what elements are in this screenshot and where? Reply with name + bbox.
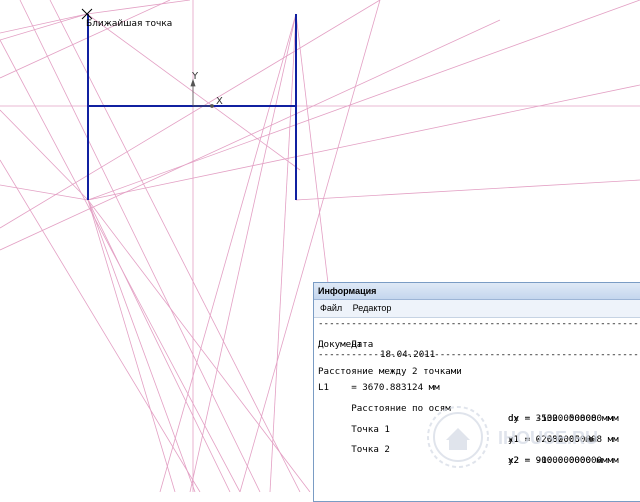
construction-line <box>0 159 201 492</box>
axis-x-label: X <box>216 96 223 107</box>
construction-line <box>295 179 640 201</box>
construction-line <box>87 199 176 492</box>
menu-bar: Файл Редактор <box>314 300 640 318</box>
report-heading: Расстояние между 2 точками <box>318 365 462 377</box>
construction-line <box>159 13 297 492</box>
axis-y-label: Y <box>192 71 199 82</box>
construction-line <box>87 199 311 492</box>
menu-file[interactable]: Файл <box>320 303 342 313</box>
construction-line <box>269 13 297 492</box>
construction-line <box>87 84 640 201</box>
house-emblem-icon <box>427 406 489 468</box>
construction-line <box>87 199 196 492</box>
construction-line <box>87 199 231 492</box>
window-title[interactable]: Информация <box>314 283 640 300</box>
construction-line <box>295 13 331 301</box>
snap-tooltip: Ближайшая точка <box>86 19 173 29</box>
l1-value: L1 = 3670.883124 мм <box>318 381 440 393</box>
menu-edit[interactable]: Редактор <box>353 303 392 313</box>
construction-line <box>189 13 297 492</box>
separator-line: ----------------------------------------… <box>318 350 640 361</box>
construction-line <box>0 19 501 251</box>
construction-line <box>19 0 261 492</box>
construction-line <box>0 13 88 34</box>
construction-line <box>86 0 191 15</box>
construction-line <box>0 184 89 201</box>
document-label: Документ <box>318 338 363 350</box>
construction-line <box>0 0 381 229</box>
drawn-geometry[interactable] <box>87 14 297 200</box>
construction-line <box>0 13 88 41</box>
watermark-text: IHOUSE.RU <box>498 428 598 448</box>
date-row: Дата 18.04.2011 <box>318 329 640 360</box>
watermark-logo: IHOUSE.RU <box>427 406 598 468</box>
separator-line: ----------------------------------------… <box>318 319 640 329</box>
construction-line <box>87 0 640 201</box>
ucs-origin-icon <box>190 78 214 108</box>
construction-line <box>0 39 241 492</box>
construction-line <box>86 13 301 171</box>
